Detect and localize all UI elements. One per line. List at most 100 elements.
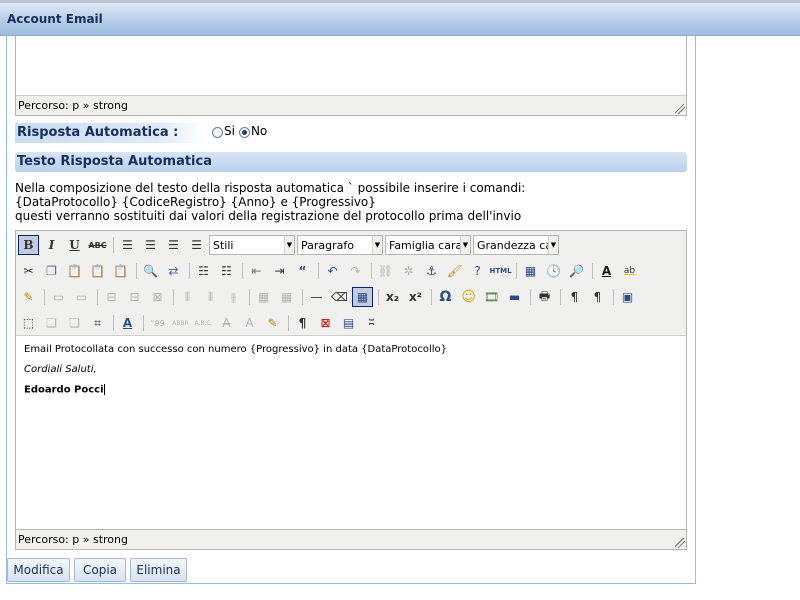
undo-icon[interactable]: ↶ (322, 261, 343, 281)
bullet-list-icon[interactable]: ☷ (193, 261, 214, 281)
insert-text-icon[interactable]: A (239, 313, 260, 333)
align-left-icon[interactable]: ☰ (117, 235, 138, 255)
indent-icon[interactable]: ⇥ (269, 261, 290, 281)
fullscreen-icon[interactable]: ▣ (617, 287, 638, 307)
radio-no-label[interactable]: No (251, 124, 267, 138)
style-select[interactable]: Stili ▼ (209, 235, 295, 255)
html-source-button[interactable]: HTML (489, 261, 511, 281)
delete-button[interactable]: Elimina (130, 558, 187, 582)
chevron-down-icon: ▼ (372, 236, 382, 254)
toolbar-separator (378, 289, 379, 305)
radio-si-label[interactable]: Si (224, 124, 235, 138)
paste-text-icon[interactable]: 📋 (87, 261, 108, 281)
format-select[interactable]: Paragrafo ▼ (297, 235, 383, 255)
abbreviation-button[interactable]: ABBR (170, 313, 191, 333)
move-forward-icon[interactable]: ❏ (41, 313, 62, 333)
font-size-select[interactable]: Grandezza cara ▼ (473, 235, 559, 255)
preview-icon[interactable]: 🔎 (566, 261, 587, 281)
link-icon[interactable]: ⛓ (375, 261, 396, 281)
highlight-color-button[interactable]: ab (619, 261, 640, 281)
underline-button[interactable]: U (64, 235, 85, 255)
nonbreaking-icon[interactable]: ⊠ (315, 313, 336, 333)
insert-time-icon[interactable]: 🕓 (543, 261, 564, 281)
show-blocks-icon[interactable]: ¶ (292, 313, 313, 333)
copy-button[interactable]: Copia (74, 558, 126, 582)
bold-button[interactable]: B (18, 235, 39, 255)
insert-col-after-icon[interactable]: ⫴ (200, 287, 221, 307)
superscript-icon[interactable]: x² (405, 287, 426, 307)
toolbar-separator (113, 237, 114, 253)
delete-col-icon[interactable]: ⫵ (223, 287, 244, 307)
insert-col-before-icon[interactable]: ⫴ (177, 287, 198, 307)
style-props-icon[interactable]: A (117, 313, 138, 333)
replace-icon[interactable]: ⇄ (163, 261, 184, 281)
modify-button[interactable]: Modifica (7, 558, 70, 582)
anchor-icon[interactable]: ⚓ (421, 261, 442, 281)
align-right-icon[interactable]: ☰ (163, 235, 184, 255)
top-editor-path-label: Percorso: p » strong (18, 99, 128, 112)
media-icon[interactable]: 🎞 (481, 287, 502, 307)
strikethrough-button[interactable]: ABC (87, 235, 108, 255)
align-justify-icon[interactable]: ☰ (186, 235, 207, 255)
unlink-icon[interactable]: ✲ (398, 261, 419, 281)
print-icon[interactable]: 🖶 (534, 287, 555, 307)
blockquote-icon[interactable]: “ (292, 261, 313, 281)
merge-cells-icon[interactable]: ▦ (276, 287, 297, 307)
remove-format-icon[interactable]: ⌫ (329, 287, 350, 307)
move-backward-icon[interactable]: ❏ (64, 313, 85, 333)
insert-row-after-icon[interactable]: ⊟ (124, 287, 145, 307)
redo-icon[interactable]: ↷ (345, 261, 366, 281)
table-edit-icon[interactable]: ✎ (18, 287, 39, 307)
toolbar-separator (136, 263, 137, 279)
radio-no[interactable] (238, 126, 250, 138)
top-editor-resize-grip[interactable] (675, 104, 685, 114)
search-icon[interactable]: 🔍 (140, 261, 161, 281)
align-center-icon[interactable]: ☰ (140, 235, 161, 255)
paste-icon[interactable]: 📋 (64, 261, 85, 281)
attributes-icon[interactable]: ✎ (262, 313, 283, 333)
template-icon[interactable]: ▤ (338, 313, 359, 333)
text-color-button[interactable]: A (596, 261, 617, 281)
acronym-button[interactable]: A.B.C. (193, 313, 214, 333)
paste-word-icon[interactable]: 📋 (110, 261, 131, 281)
advanced-hr-icon[interactable]: ▬ (504, 287, 525, 307)
italic-button[interactable]: I (41, 235, 62, 255)
toolbar-separator (318, 263, 319, 279)
outdent-icon[interactable]: ⇤ (246, 261, 267, 281)
editor-content-area[interactable]: Email Protocollata con successo con nume… (15, 336, 687, 529)
delete-text-icon[interactable]: A (216, 313, 237, 333)
bottom-editor-resize-grip[interactable] (675, 538, 685, 548)
page-break-icon[interactable]: ⎶ (361, 313, 382, 333)
help-icon[interactable]: ? (467, 261, 488, 281)
subscript-icon[interactable]: x₂ (382, 287, 403, 307)
insert-date-icon[interactable]: ▦ (520, 261, 541, 281)
absolute-position-icon[interactable]: ⌗ (87, 313, 108, 333)
toolbar-separator (371, 263, 372, 279)
numbered-list-icon[interactable]: ☷ (216, 261, 237, 281)
rtl-icon[interactable]: ¶ (587, 287, 608, 307)
toolbar-separator (431, 289, 432, 305)
emoticon-icon[interactable]: ☺ (458, 287, 479, 307)
cell-props-icon[interactable]: ▭ (71, 287, 92, 307)
insert-row-before-icon[interactable]: ⊟ (101, 287, 122, 307)
copy-icon[interactable]: ❐ (41, 261, 62, 281)
reply-text-section-title-text: Testo Risposta Automatica (17, 154, 212, 169)
toolbar-separator (173, 289, 174, 305)
special-char-button[interactable]: Ω (435, 287, 456, 307)
split-cells-icon[interactable]: ▦ (253, 287, 274, 307)
radio-si[interactable] (212, 126, 223, 138)
font-family-select[interactable]: Famiglia caratt ▼ (385, 235, 471, 255)
format-select-value: Paragrafo (301, 238, 354, 252)
cut-icon[interactable]: ✂ (18, 261, 39, 281)
cite-button[interactable]: “99 (147, 313, 168, 333)
insert-layer-icon[interactable]: ⬚ (18, 313, 39, 333)
visual-aid-icon[interactable]: ▦ (352, 287, 373, 307)
toolbar-separator (242, 263, 243, 279)
toolbar-separator (113, 315, 114, 331)
ltr-icon[interactable]: ¶ (564, 287, 585, 307)
row-props-icon[interactable]: ▭ (48, 287, 69, 307)
toolbar-separator (288, 315, 289, 331)
delete-row-icon[interactable]: ⊠ (147, 287, 168, 307)
cleanup-icon[interactable]: 🖌 (444, 261, 465, 281)
horizontal-rule-icon[interactable]: — (306, 287, 327, 307)
